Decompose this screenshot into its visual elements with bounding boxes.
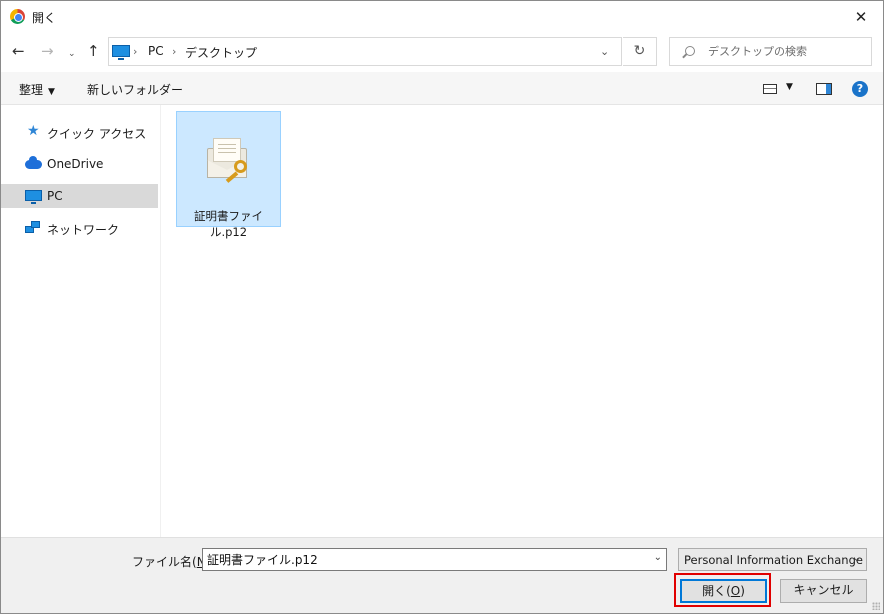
close-button[interactable]: ✕ [839, 1, 883, 32]
navigation-pane: ★ クイック アクセス OneDrive PC ネットワーク [1, 105, 161, 537]
caret-down-icon: ▼ [48, 87, 55, 97]
back-button[interactable]: ← [12, 42, 25, 60]
resize-grip-icon[interactable] [872, 602, 880, 610]
command-toolbar: 整理 ▼ 新しいフォルダー ▼ ? [1, 72, 883, 105]
file-item[interactable]: 証明書ファイル.p12 [176, 111, 281, 239]
cancel-button[interactable]: キャンセル [780, 579, 867, 603]
search-input[interactable] [708, 43, 868, 60]
sidebar-item-label: クイック アクセス [47, 127, 147, 141]
view-options-icon[interactable] [763, 84, 777, 94]
file-name: 証明書ファイル.p12 [194, 209, 263, 239]
breadcrumb-desktop[interactable]: デスクトップ [185, 44, 257, 61]
title-bar: 開く ✕ [1, 1, 883, 32]
refresh-button[interactable]: ↻ [623, 37, 657, 66]
computer-icon [25, 190, 42, 204]
cloud-icon [25, 156, 42, 169]
chrome-app-icon [10, 9, 25, 24]
preview-pane-icon[interactable] [816, 83, 832, 95]
window-title: 開く [32, 11, 57, 25]
search-box[interactable] [669, 37, 872, 66]
forward-button[interactable]: → [41, 42, 54, 60]
star-icon: ★ [27, 123, 40, 139]
sidebar-item-network[interactable]: ネットワーク [1, 216, 158, 240]
up-folder-button[interactable]: ↑ [87, 42, 100, 60]
open-file-dialog: 開く ✕ ← → ⌄ ↑ › PC › デスクトップ ⌄ ↻ 整理 ▼ 新しいフォ… [0, 0, 884, 614]
recent-locations-chevron-icon[interactable]: ⌄ [68, 45, 76, 63]
sidebar-item-label: PC [47, 189, 63, 203]
file-type-select[interactable]: Personal Information Exchange ⌄ [678, 548, 867, 571]
open-button[interactable]: 開く(O) [680, 579, 767, 603]
filename-input[interactable] [207, 551, 637, 568]
breadcrumb-separator-icon[interactable]: › [172, 45, 176, 58]
chevron-down-icon: ⌄ [852, 553, 861, 564]
file-list: 証明書ファイル.p12 [162, 105, 883, 537]
navigation-bar: ← → ⌄ ↑ › PC › デスクトップ ⌄ ↻ [1, 32, 883, 72]
help-icon[interactable]: ? [852, 81, 868, 97]
computer-icon [112, 45, 130, 60]
sidebar-item-label: OneDrive [47, 157, 104, 171]
address-history-chevron-icon[interactable]: ⌄ [600, 45, 609, 58]
new-folder-button[interactable]: 新しいフォルダー [87, 81, 183, 98]
breadcrumb-separator-icon[interactable]: › [133, 45, 137, 58]
organize-menu-button[interactable]: 整理 ▼ [19, 81, 55, 98]
file-selection-panel: ファイル名(N): ⌄ Personal Information Exchang… [1, 537, 883, 613]
filename-combobox[interactable]: ⌄ [202, 548, 667, 571]
file-type-value: Personal Information Exchange [684, 553, 863, 567]
organize-label: 整理 [19, 83, 44, 97]
search-icon [685, 46, 695, 56]
sidebar-item-label: ネットワーク [47, 223, 120, 237]
sidebar-item-onedrive[interactable]: OneDrive [1, 152, 158, 176]
sidebar-item-pc[interactable]: PC [1, 184, 158, 208]
certificate-file-icon [205, 134, 253, 184]
breadcrumb-pc[interactable]: PC [148, 44, 164, 58]
view-options-caret-icon[interactable]: ▼ [786, 82, 793, 92]
network-icon [25, 221, 41, 234]
address-bar[interactable]: › PC › デスクトップ ⌄ [108, 37, 622, 66]
chevron-down-icon[interactable]: ⌄ [654, 552, 662, 563]
sidebar-item-quick-access[interactable]: ★ クイック アクセス [1, 120, 158, 144]
